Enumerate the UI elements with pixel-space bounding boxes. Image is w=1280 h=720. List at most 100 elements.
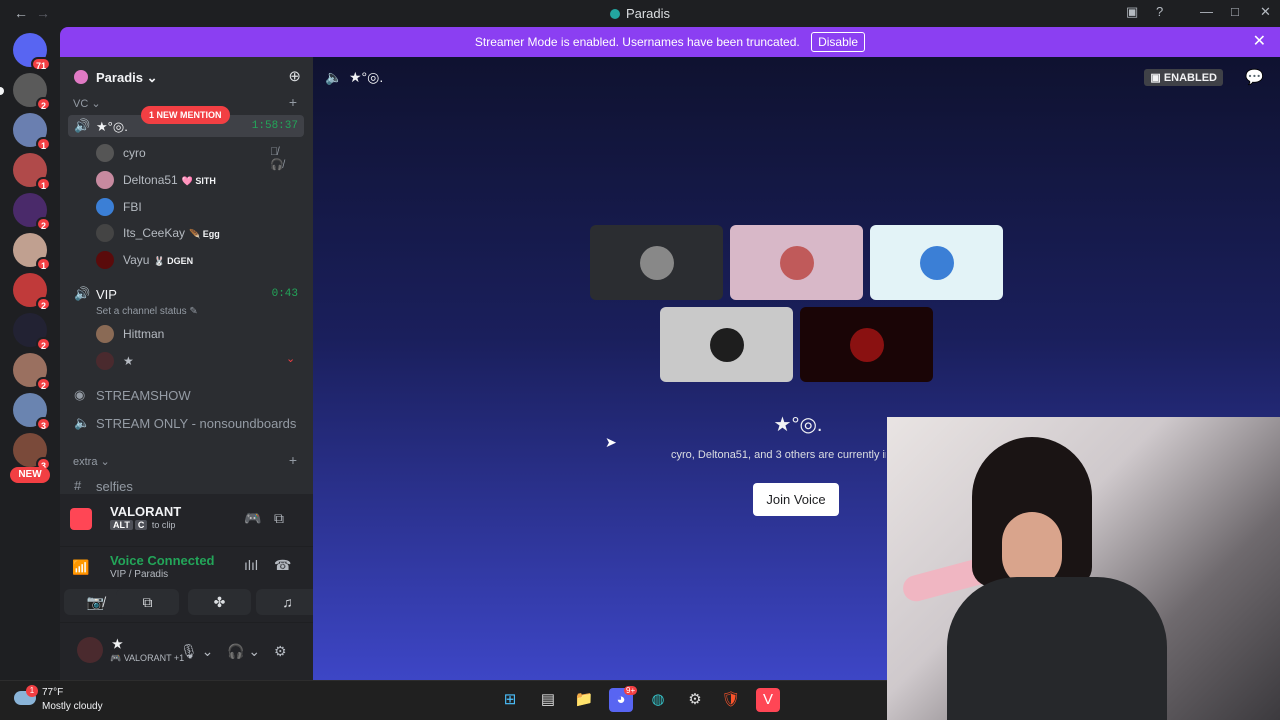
close-window-icon[interactable]: ✕	[1260, 4, 1271, 20]
server-icon-5[interactable]: 1	[13, 233, 51, 271]
stage-icon: ◉	[74, 387, 86, 402]
channel-stream-only[interactable]: 🔈 STREAM ONLY - nonsoundboards	[68, 412, 304, 434]
channel-status[interactable]: Set a channel status ✎	[96, 306, 198, 317]
weather-desc: Mostly cloudy	[42, 701, 103, 712]
avatar	[96, 198, 114, 216]
hashtag-icon: #	[74, 478, 82, 493]
soundboard-button[interactable]: ♫	[256, 589, 319, 615]
server-name: Paradis ⌄	[96, 70, 158, 85]
share-screen-button[interactable]: ⧉	[116, 589, 179, 615]
new-badge[interactable]: NEW	[10, 467, 50, 483]
weather-temp: 77°F	[42, 687, 64, 698]
server-icon-6[interactable]: 2	[13, 273, 51, 311]
voice-channel-vip[interactable]: 🔊 VIP 0:43	[68, 283, 304, 305]
streamer-enabled-badge[interactable]: ▣ ENABLED	[1144, 69, 1223, 86]
microphone-icon[interactable]: 🎙 ⌄	[180, 643, 213, 660]
help-icon[interactable]: ?	[1156, 4, 1163, 19]
participant-tile[interactable]	[870, 225, 1003, 300]
edge-icon[interactable]: ◍	[646, 688, 670, 712]
category-extra[interactable]: extra ⌄	[73, 455, 110, 468]
avatar	[96, 352, 114, 370]
channel-name: STREAM ONLY - nonsoundboards	[96, 416, 297, 431]
channel-name: VIP	[96, 287, 117, 302]
join-voice-button[interactable]: Join Voice	[753, 483, 839, 516]
mouse-cursor-icon: ➤	[605, 434, 617, 450]
gamepad-icon[interactable]: 🎮	[244, 510, 261, 527]
noise-suppression-icon[interactable]: ılıl	[244, 557, 258, 573]
voice-location[interactable]: VIP / Paradis	[110, 569, 168, 580]
member-tag: 🩷 SITH	[181, 176, 216, 186]
channel-timer: 0:43	[271, 288, 298, 300]
server-icon-3[interactable]: 1	[13, 153, 51, 191]
valorant-taskbar-icon[interactable]: V	[756, 688, 780, 712]
voice-status[interactable]: Voice Connected	[110, 553, 215, 568]
channel-timer: 1:58:37	[251, 120, 298, 132]
maximize-icon[interactable]: □	[1231, 4, 1239, 19]
activity-panel: VALORANT ALT C to clip 🎮 ⧉	[60, 494, 313, 546]
member-name: Deltona51	[123, 173, 178, 187]
new-mention-badge[interactable]: 1 NEW MENTION	[141, 106, 230, 124]
steam-icon[interactable]: ⚙	[683, 688, 707, 712]
participants-text: cyro, Deltona51, and 3 others are curren…	[671, 449, 886, 461]
participant-tile[interactable]	[800, 307, 933, 382]
title-bar: ← → Paradis ▣ ? — □ ✕	[0, 0, 1280, 27]
stage-channel-name: ★°◎.	[349, 69, 384, 85]
server-badge: 3	[35, 417, 51, 431]
screen-share-icon[interactable]: ⧉	[274, 510, 284, 527]
add-channel-icon[interactable]: +	[289, 452, 297, 468]
server-icon-8[interactable]: 2	[13, 353, 51, 391]
headphones-icon[interactable]: 🎧 ⌄	[227, 643, 260, 660]
member-name: ★	[123, 354, 134, 368]
server-icon-1[interactable]: 2	[13, 73, 51, 111]
disconnect-icon[interactable]: ☎	[274, 557, 291, 574]
participant-tile[interactable]	[730, 225, 863, 300]
channel-streamshow[interactable]: ◉ STREAMSHOW	[68, 384, 304, 406]
server-header[interactable]: Paradis ⌄ ⊕	[60, 57, 313, 97]
disable-button[interactable]: Disable	[811, 32, 866, 52]
server-icon-9[interactable]: 3	[13, 393, 51, 431]
avatar	[96, 224, 114, 242]
user-name: ★	[112, 637, 123, 651]
activities-button[interactable]: ✤	[188, 589, 251, 615]
task-view-icon[interactable]: ▤	[536, 688, 560, 712]
participant-tile[interactable]	[590, 225, 723, 300]
avatar	[640, 246, 674, 280]
gear-icon[interactable]: ⚙	[274, 643, 287, 660]
invite-people-icon[interactable]: ⊕	[288, 67, 301, 85]
close-icon[interactable]: ✕	[1253, 27, 1266, 57]
windows-start-icon[interactable]: ⊞	[498, 688, 522, 712]
avatar[interactable]	[77, 637, 103, 663]
banner-text: Streamer Mode is enabled. Usernames have…	[474, 35, 800, 49]
stage-header: 🔈 ★°◎. ▣ ENABLED 💬	[313, 57, 1280, 97]
server-badge: 1	[35, 137, 51, 151]
channel-name: ★°◎.	[96, 119, 128, 134]
user-panel: ★ 🎮 VALORANT +1 🎙 ⌄ 🎧 ⌄ ⚙	[60, 622, 313, 680]
chat-icon[interactable]: 💬	[1245, 68, 1264, 86]
webcam-overlay	[887, 417, 1280, 720]
clip-hint: ALT C to clip	[110, 520, 175, 530]
brave-icon[interactable]: 🛡	[719, 688, 743, 712]
window-title: Paradis	[625, 6, 671, 21]
file-explorer-icon[interactable]: 📁	[572, 688, 596, 712]
inbox-icon[interactable]: ▣	[1126, 4, 1138, 20]
server-icon-10[interactable]: 3	[13, 433, 51, 471]
server-icon-7[interactable]: 2	[13, 313, 51, 351]
minimize-icon[interactable]: —	[1200, 4, 1213, 19]
avatar	[780, 246, 814, 280]
chevron-down-icon[interactable]: ⌄	[286, 352, 295, 365]
windows-taskbar: 1 77°F Mostly cloudy ⊞ ▤ 📁 ◕ 9+ ◍ ⚙ 🛡 V	[0, 680, 887, 720]
stage-title: ★°◎.	[773, 414, 823, 436]
member-name: Vayu	[123, 253, 150, 267]
signal-icon: 📶	[72, 559, 90, 575]
participant-tile[interactable]	[660, 307, 793, 382]
streamer-body	[947, 577, 1167, 720]
discord-home-icon[interactable]: 71	[13, 33, 51, 71]
server-icon-2[interactable]: 1	[13, 113, 51, 151]
activity-game: VALORANT	[110, 504, 182, 519]
server-icon-4[interactable]: 2	[13, 193, 51, 231]
add-channel-icon[interactable]: +	[289, 94, 297, 110]
member-name: Hittman	[123, 327, 165, 341]
server-badge: 1	[35, 177, 51, 191]
speaker-icon: 🔊	[74, 118, 91, 133]
category-vc[interactable]: VC ⌄	[73, 97, 101, 110]
